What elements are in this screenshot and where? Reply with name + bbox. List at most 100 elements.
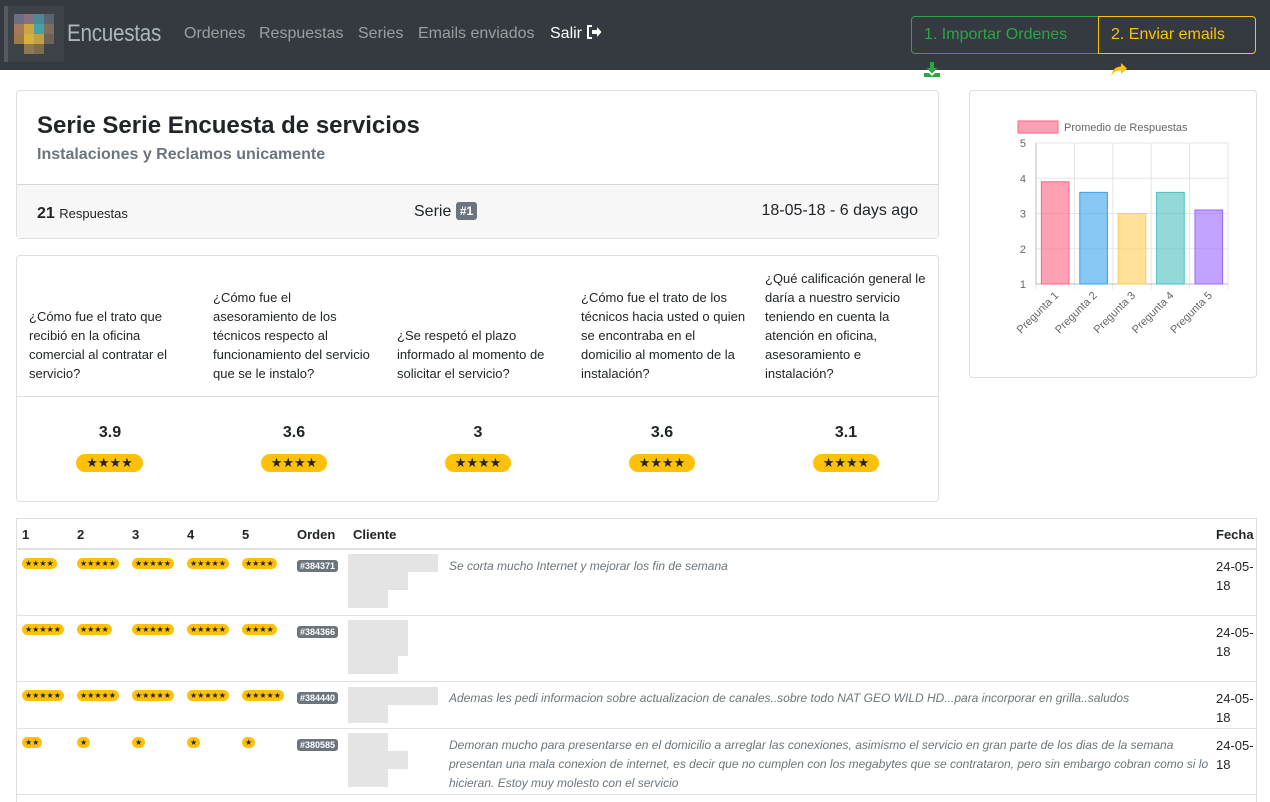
y-tick-label: 4 (1020, 173, 1026, 185)
serie-card: Serie Serie Encuesta de servicios Instal… (16, 90, 939, 239)
question-4-text: ¿Cómo fue el trato de los técnicos hacia… (581, 290, 746, 381)
average-responses-chart: Promedio de Respuestas54321Pregunta 1Pre… (1015, 120, 1229, 337)
responses-count-value: 21 (37, 205, 55, 222)
question-5-stars: ★★★★ (813, 454, 879, 472)
bar-pregunta-2 (1079, 191, 1108, 285)
question-1-score: 3.9 (98, 424, 122, 441)
row-3-comment: Ademas les pedi informacion sobre actual… (449, 691, 1130, 705)
col-header-order: Orden (297, 527, 336, 542)
legend-label: Promedio de Respuestas (1064, 122, 1188, 134)
row-4-q3-stars: ★ (132, 737, 146, 748)
bar-pregunta-5 (1194, 209, 1224, 285)
nav-link-respuestas[interactable]: Respuestas (259, 25, 344, 43)
navbar: Encuestas Ordenes Respuestas Series Emai… (0, 0, 1270, 77)
row-1-order-badge[interactable]: #384371 (297, 560, 339, 572)
row-1-q2-stars: ★★★★★ (77, 558, 119, 569)
col-header-4: 4 (187, 527, 195, 542)
row-1-comment: Se corta mucho Internet y mejorar los fi… (449, 559, 728, 573)
row-1-q1-stars: ★★★★ (22, 558, 57, 569)
row-3-date: 24-05-18 (1216, 691, 1254, 725)
row-4-q2-stars: ★ (77, 737, 91, 748)
table-row: ★★★★★ ★★★★★ ★★★★★ ★★★★★ ★★★★★ #384440 Ad… (17, 682, 1256, 729)
row-2-q2-stars: ★★★★ (77, 624, 112, 635)
row-4-q1-stars: ★★ (22, 737, 43, 748)
col-header-5: 5 (242, 527, 250, 542)
row-3-order-badge[interactable]: #384440 (297, 692, 339, 704)
question-2-score: 3.6 (282, 424, 306, 441)
responses-count: 21 Respuestas (37, 205, 128, 223)
question-4-score: 3.6 (650, 424, 674, 441)
col-header-2: 2 (77, 527, 85, 542)
row-4-q5-stars: ★ (242, 737, 256, 748)
table-row: ★★ ★ ★ ★ ★ #380585 Demoran mucho para pr… (17, 729, 1256, 795)
row-4-q4-stars: ★ (187, 737, 201, 748)
brand-title[interactable]: Encuestas (67, 20, 161, 48)
serie-subtitle: Instalaciones y Reclamos unicamente (37, 146, 326, 163)
download-icon (924, 62, 940, 77)
table-row: ★★★★ ★★★★★ ★★★★★ ★★★★★ ★★★★ #384371 Se c… (17, 550, 1256, 616)
question-2-text: ¿Cómo fue el asesoramiento de los técnic… (213, 290, 370, 381)
row-4-order-badge[interactable]: #380585 (297, 739, 339, 751)
serie-number: Serie #1 (414, 202, 478, 221)
question-5-text: ¿Qué calificación general le daría a nue… (765, 271, 926, 381)
import-orders-button[interactable]: 1. Importar Ordenes (911, 16, 1099, 77)
table-row: ★★★★★ ★★★★ ★★★★★ ★★★★★ ★★★★ #384366 24-0… (17, 616, 1256, 682)
row-1-q5-stars: ★★★★ (242, 558, 277, 569)
question-3-stars: ★★★★ (445, 454, 511, 472)
row-1-q3-stars: ★★★★★ (132, 558, 174, 569)
bar-pregunta-1 (1040, 181, 1070, 285)
row-2-q3-stars: ★★★★★ (132, 624, 174, 635)
col-header-date: Fecha (1216, 527, 1254, 542)
col-header-3: 3 (132, 527, 140, 542)
send-emails-label: 2. Enviar emails (1111, 26, 1225, 43)
y-tick-label: 3 (1020, 209, 1026, 221)
row-3-q5-stars: ★★★★★ (242, 690, 284, 701)
serie-date: 18-05-18 - 6 days ago (761, 202, 918, 219)
logout-label: Salir (550, 25, 583, 42)
row-3-q4-stars: ★★★★★ (187, 690, 229, 701)
row-2-q5-stars: ★★★★ (242, 624, 277, 635)
row-2-q1-stars: ★★★★★ (22, 624, 64, 635)
question-3-score: 3 (473, 424, 483, 441)
row-3-q1-stars: ★★★★★ (22, 690, 64, 701)
y-tick-label: 1 (1020, 279, 1026, 291)
serie-number-badge: #1 (455, 202, 478, 220)
question-4-stars: ★★★★ (629, 454, 695, 472)
nav-link-ordenes[interactable]: Ordenes (184, 25, 245, 43)
row-1-date: 24-05-18 (1216, 559, 1254, 593)
row-4-comment: Demoran mucho para presentarse en el dom… (449, 738, 1209, 790)
question-1-text: ¿Cómo fue el trato que recibió en la ofi… (29, 309, 167, 381)
responses-table: 1 2 3 4 5 Orden Cliente Fecha ★★★★ ★★★★★… (16, 518, 1257, 802)
row-2-order-badge[interactable]: #384366 (297, 626, 339, 638)
x-tick-label: Pregunta 5 (1168, 290, 1215, 337)
col-header-1: 1 (22, 527, 30, 542)
question-1-stars: ★★★★ (76, 454, 143, 472)
row-4-date: 24-05-18 (1216, 738, 1254, 772)
serie-title: Serie Serie Encuesta de servicios (37, 112, 420, 139)
serie-card-footer: 21 Respuestas Serie #1 18-05-18 - 6 days… (17, 184, 938, 238)
responses-count-label: Respuestas (59, 206, 128, 221)
nav-link-series[interactable]: Series (358, 25, 403, 43)
questions-divider (17, 396, 938, 397)
row-3-q2-stars: ★★★★★ (77, 690, 119, 701)
question-3-text: ¿Se respetó el plazo informado al moment… (397, 328, 545, 381)
serie-number-label: Serie (414, 203, 452, 220)
question-5-score: 3.1 (834, 424, 858, 441)
bar-pregunta-4 (1156, 191, 1185, 285)
sign-out-icon (587, 25, 602, 39)
logo[interactable] (4, 6, 64, 62)
row-2-date: 24-05-18 (1216, 625, 1254, 659)
share-icon (1111, 63, 1127, 76)
send-emails-button[interactable]: 2. Enviar emails (1098, 16, 1256, 76)
bar-pregunta-3 (1117, 213, 1147, 285)
import-orders-label: 1. Importar Ordenes (924, 26, 1068, 43)
nav-link-emails-enviados[interactable]: Emails enviados (418, 25, 535, 43)
row-1-q4-stars: ★★★★★ (187, 558, 229, 569)
logout-link[interactable]: Salir (550, 25, 602, 43)
question-2-stars: ★★★★ (261, 454, 327, 472)
col-header-client: Cliente (353, 527, 397, 542)
row-3-q3-stars: ★★★★★ (132, 690, 174, 701)
legend-swatch (1017, 120, 1059, 134)
row-2-q4-stars: ★★★★★ (187, 624, 229, 635)
y-tick-label: 5 (1020, 138, 1026, 150)
